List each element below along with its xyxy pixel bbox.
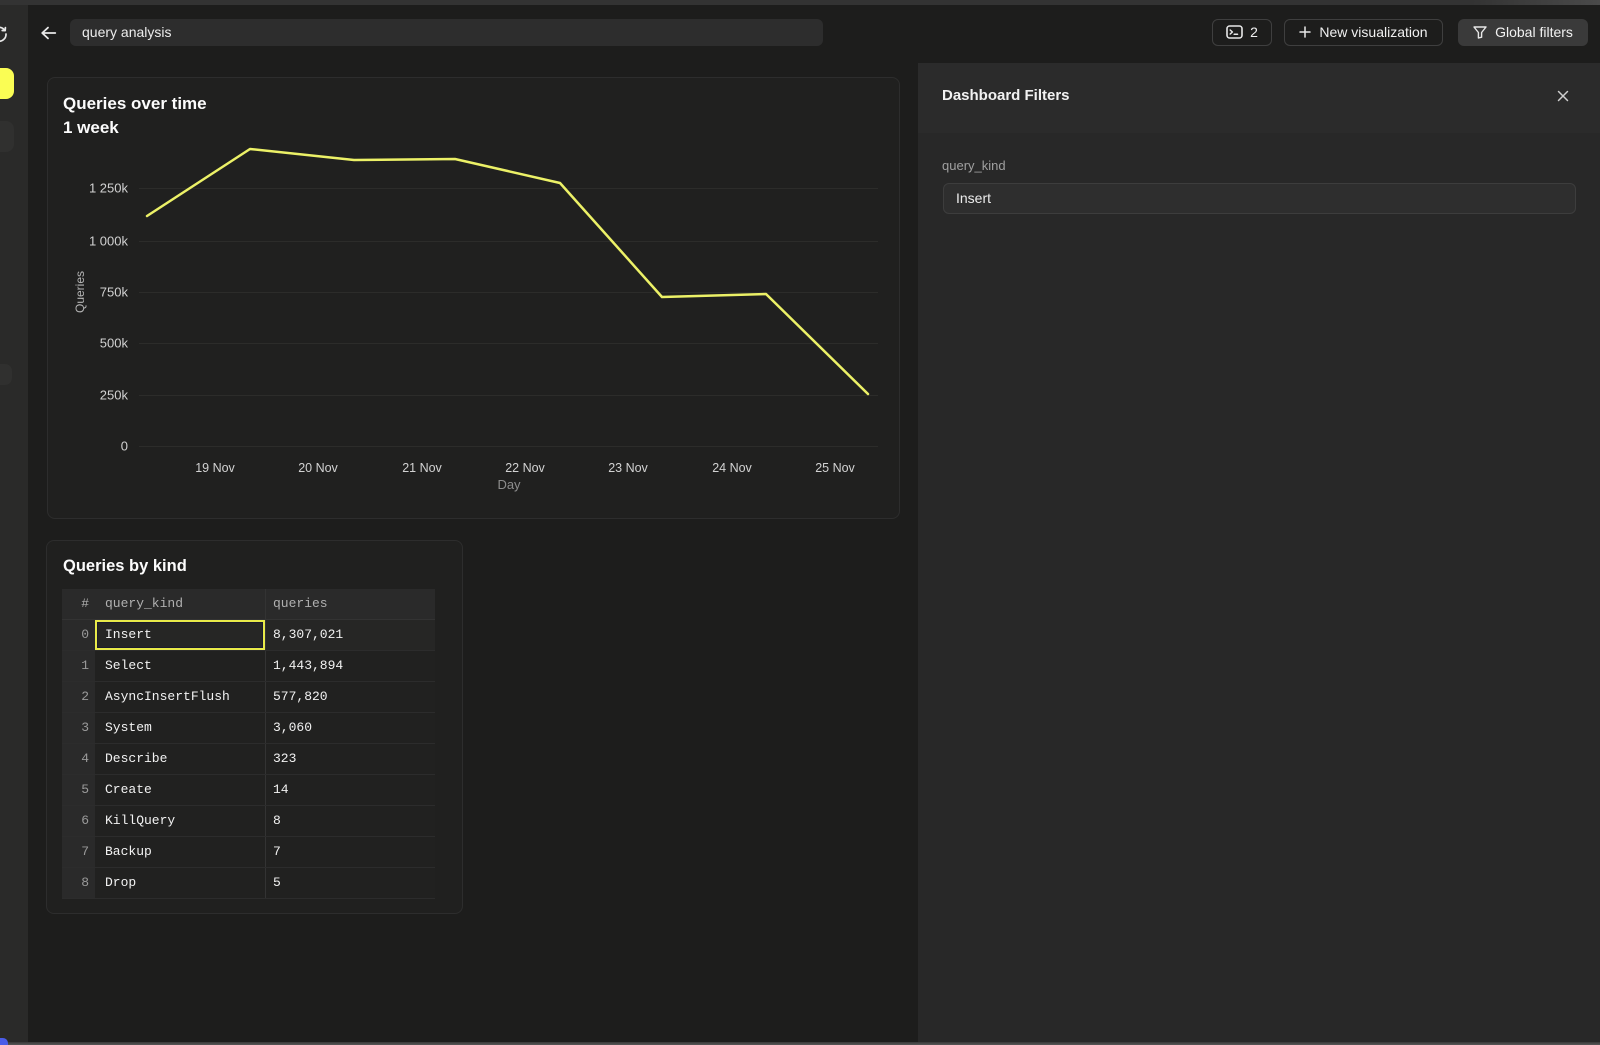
svg-text:750k: 750k (100, 285, 129, 300)
svg-text:250k: 250k (100, 388, 129, 403)
svg-text:Queries: Queries (73, 271, 87, 313)
svg-text:1 250k: 1 250k (89, 181, 129, 196)
svg-text:24 Nov: 24 Nov (712, 461, 752, 475)
svg-text:20 Nov: 20 Nov (298, 461, 338, 475)
svg-text:22 Nov: 22 Nov (505, 461, 545, 475)
svg-text:23 Nov: 23 Nov (608, 461, 648, 475)
svg-text:Day: Day (497, 477, 521, 492)
svg-text:1 000k: 1 000k (89, 234, 129, 249)
svg-text:500k: 500k (100, 336, 129, 351)
svg-text:0: 0 (121, 439, 128, 454)
svg-text:21 Nov: 21 Nov (402, 461, 442, 475)
svg-text:19 Nov: 19 Nov (195, 461, 235, 475)
svg-text:25 Nov: 25 Nov (815, 461, 855, 475)
